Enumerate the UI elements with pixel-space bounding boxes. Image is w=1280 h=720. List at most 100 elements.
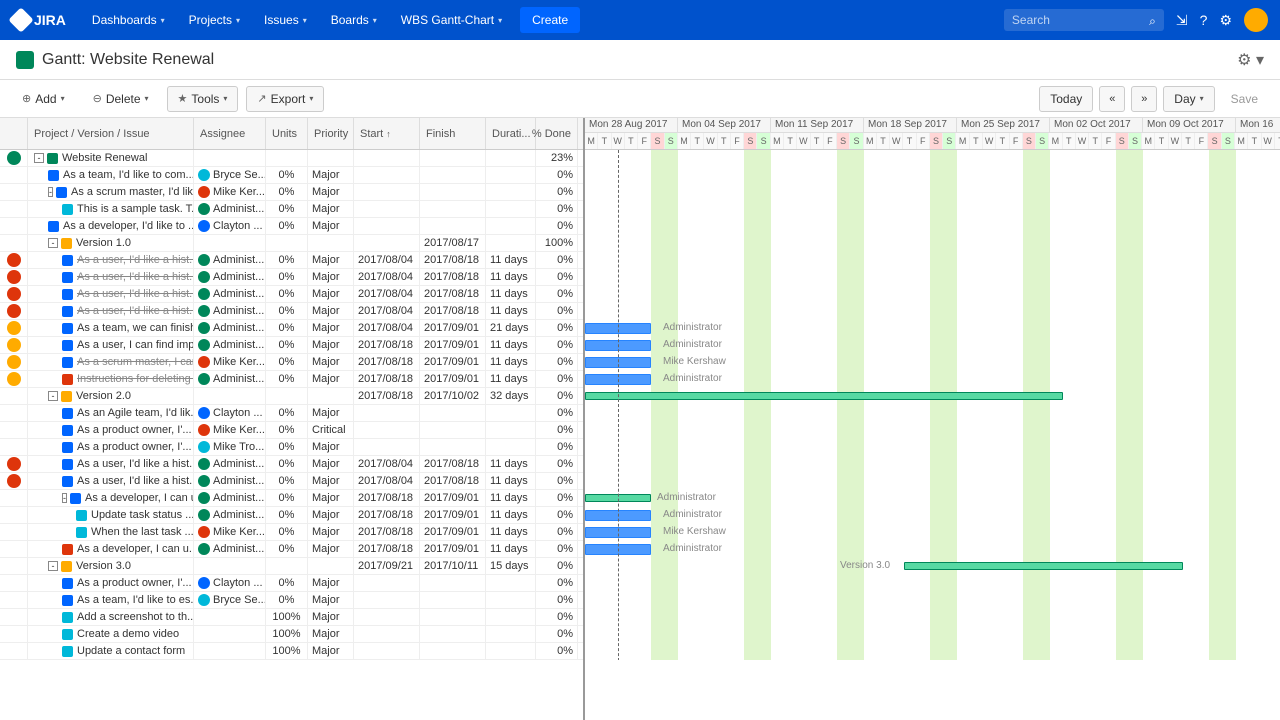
settings-gear-icon[interactable]: ⚙ xyxy=(1219,12,1232,29)
table-row[interactable]: As a scrum master, I can s...Mike Ker...… xyxy=(0,354,583,371)
gantt-row[interactable]: Administrator xyxy=(585,541,1280,558)
table-row[interactable]: -As a scrum master, I'd like ...Mike Ker… xyxy=(0,184,583,201)
gantt-row[interactable]: Administrator xyxy=(585,320,1280,337)
nav-item-projects[interactable]: Projects▾ xyxy=(179,7,250,33)
table-row[interactable]: -Version 2.02017/08/182017/10/0232 days0… xyxy=(0,388,583,405)
gantt-row[interactable]: Administrator xyxy=(585,337,1280,354)
gantt-row[interactable] xyxy=(585,592,1280,609)
table-row[interactable]: As a user, I'd like a hist...Administ...… xyxy=(0,269,583,286)
help-icon[interactable]: ? xyxy=(1200,12,1208,28)
gantt-row[interactable] xyxy=(585,218,1280,235)
gantt-row[interactable] xyxy=(585,439,1280,456)
table-row[interactable]: As a user, I'd like a hist...Administ...… xyxy=(0,286,583,303)
table-row[interactable]: This is a sample task. T...Administ...0%… xyxy=(0,201,583,218)
gantt-row[interactable] xyxy=(585,286,1280,303)
gantt-row[interactable] xyxy=(585,269,1280,286)
table-row[interactable]: As a user, I'd like a hist...Administ...… xyxy=(0,456,583,473)
gantt-row[interactable]: Version 3.0 xyxy=(585,558,1280,575)
search-input[interactable] xyxy=(1012,13,1136,27)
table-row[interactable]: As a product owner, I'...Clayton ...0%Ma… xyxy=(0,575,583,592)
gantt-row[interactable] xyxy=(585,422,1280,439)
summary-bar[interactable] xyxy=(585,392,1063,400)
gantt-row[interactable] xyxy=(585,201,1280,218)
user-avatar[interactable] xyxy=(1244,8,1268,32)
gantt-row[interactable] xyxy=(585,167,1280,184)
col-units-header[interactable]: Units xyxy=(266,118,308,149)
table-row[interactable]: As a team, I'd like to es...Bryce Se...0… xyxy=(0,592,583,609)
gantt-row[interactable] xyxy=(585,643,1280,660)
tree-toggle[interactable]: - xyxy=(48,238,58,248)
add-button[interactable]: ⊕Add▾ xyxy=(12,87,75,111)
col-assignee-header[interactable]: Assignee xyxy=(194,118,266,149)
col-done-header[interactable]: % Done xyxy=(536,118,578,149)
table-row[interactable]: Create a demo video100%Major0% xyxy=(0,626,583,643)
table-row[interactable]: As a user, I'd like a hist...Administ...… xyxy=(0,473,583,490)
gantt-row[interactable]: Mike Kershaw xyxy=(585,354,1280,371)
delete-button[interactable]: ⊖Delete▾ xyxy=(83,87,159,111)
gantt-row[interactable] xyxy=(585,609,1280,626)
col-start-header[interactable]: Start ↑ xyxy=(354,118,420,149)
save-button[interactable]: Save xyxy=(1221,87,1268,111)
table-row[interactable]: Update task status ...Administ...0%Major… xyxy=(0,507,583,524)
table-row[interactable]: When the last task ...Mike Ker...0%Major… xyxy=(0,524,583,541)
table-row[interactable]: -As a developer, I can u...Administ...0%… xyxy=(0,490,583,507)
col-priority-header[interactable]: Priority xyxy=(308,118,354,149)
gantt-row[interactable] xyxy=(585,235,1280,252)
gantt-row[interactable] xyxy=(585,388,1280,405)
gantt-row[interactable]: Administrator xyxy=(585,371,1280,388)
prev-button[interactable]: « xyxy=(1099,86,1125,112)
grid-body[interactable]: -Website Renewal23%As a team, I'd like t… xyxy=(0,150,583,720)
gantt-row[interactable] xyxy=(585,150,1280,167)
col-status-header[interactable] xyxy=(0,118,28,149)
table-row[interactable]: As a team, I'd like to com...Bryce Se...… xyxy=(0,167,583,184)
tools-button[interactable]: ★Tools▾ xyxy=(167,86,239,112)
table-row[interactable]: -Website Renewal23% xyxy=(0,150,583,167)
col-issue-header[interactable]: Project / Version / Issue xyxy=(28,118,194,149)
table-row[interactable]: As a user, I'd like a hist...Administ...… xyxy=(0,252,583,269)
summary-bar[interactable] xyxy=(904,562,1183,570)
page-settings-icon[interactable]: ⚙ ▾ xyxy=(1237,50,1264,70)
tree-toggle[interactable]: - xyxy=(62,493,67,503)
table-row[interactable]: As a developer, I can u...Administ...0%M… xyxy=(0,541,583,558)
table-row[interactable]: Instructions for deleting t...Administ..… xyxy=(0,371,583,388)
nav-item-boards[interactable]: Boards▾ xyxy=(321,7,387,33)
table-row[interactable]: As a team, we can finish t...Administ...… xyxy=(0,320,583,337)
jira-logo[interactable]: JIRA xyxy=(12,11,66,29)
table-row[interactable]: As a user, I'd like a hist...Administ...… xyxy=(0,303,583,320)
table-row[interactable]: As a developer, I'd like to ...Clayton .… xyxy=(0,218,583,235)
tree-toggle[interactable]: - xyxy=(48,561,58,571)
feedback-icon[interactable]: ⇲ xyxy=(1176,12,1188,29)
create-button[interactable]: Create xyxy=(520,7,580,33)
tree-toggle[interactable]: - xyxy=(34,153,44,163)
col-finish-header[interactable]: Finish xyxy=(420,118,486,149)
table-row[interactable]: As an Agile team, I'd lik...Clayton ...0… xyxy=(0,405,583,422)
gantt-body[interactable]: AdministratorAdministratorMike KershawAd… xyxy=(585,150,1280,660)
gantt-row[interactable]: Administrator xyxy=(585,490,1280,507)
gantt-row[interactable] xyxy=(585,575,1280,592)
table-row[interactable]: As a product owner, I'...Mike Ker...0%Cr… xyxy=(0,422,583,439)
gantt-row[interactable] xyxy=(585,184,1280,201)
gantt-row[interactable] xyxy=(585,252,1280,269)
nav-item-issues[interactable]: Issues▾ xyxy=(254,7,317,33)
table-row[interactable]: -Version 1.02017/08/17100% xyxy=(0,235,583,252)
gantt-row[interactable] xyxy=(585,405,1280,422)
gantt-row[interactable]: Mike Kershaw xyxy=(585,524,1280,541)
col-duration-header[interactable]: Durati... xyxy=(486,118,536,149)
gantt-row[interactable]: Administrator xyxy=(585,507,1280,524)
gantt-row[interactable] xyxy=(585,456,1280,473)
tree-toggle[interactable]: - xyxy=(48,391,58,401)
nav-item-dashboards[interactable]: Dashboards▾ xyxy=(82,7,175,33)
table-row[interactable]: -Version 3.02017/09/212017/10/1115 days0… xyxy=(0,558,583,575)
gantt-row[interactable] xyxy=(585,473,1280,490)
nav-item-wbs-gantt-chart[interactable]: WBS Gantt-Chart▾ xyxy=(391,7,512,33)
gantt-row[interactable] xyxy=(585,303,1280,320)
table-row[interactable]: As a product owner, I'...Mike Tro...0%Ma… xyxy=(0,439,583,456)
gantt-chart[interactable]: Mon 28 Aug 2017Mon 04 Sep 2017Mon 11 Sep… xyxy=(585,118,1280,720)
gantt-row[interactable] xyxy=(585,626,1280,643)
search-box[interactable]: ⌕ xyxy=(1004,9,1164,31)
tree-toggle[interactable]: - xyxy=(48,187,53,197)
table-row[interactable]: Add a screenshot to th...100%Major0% xyxy=(0,609,583,626)
zoom-dropdown[interactable]: Day▾ xyxy=(1163,86,1214,112)
today-button[interactable]: Today xyxy=(1039,86,1093,112)
export-button[interactable]: ↗Export▾ xyxy=(246,86,324,112)
